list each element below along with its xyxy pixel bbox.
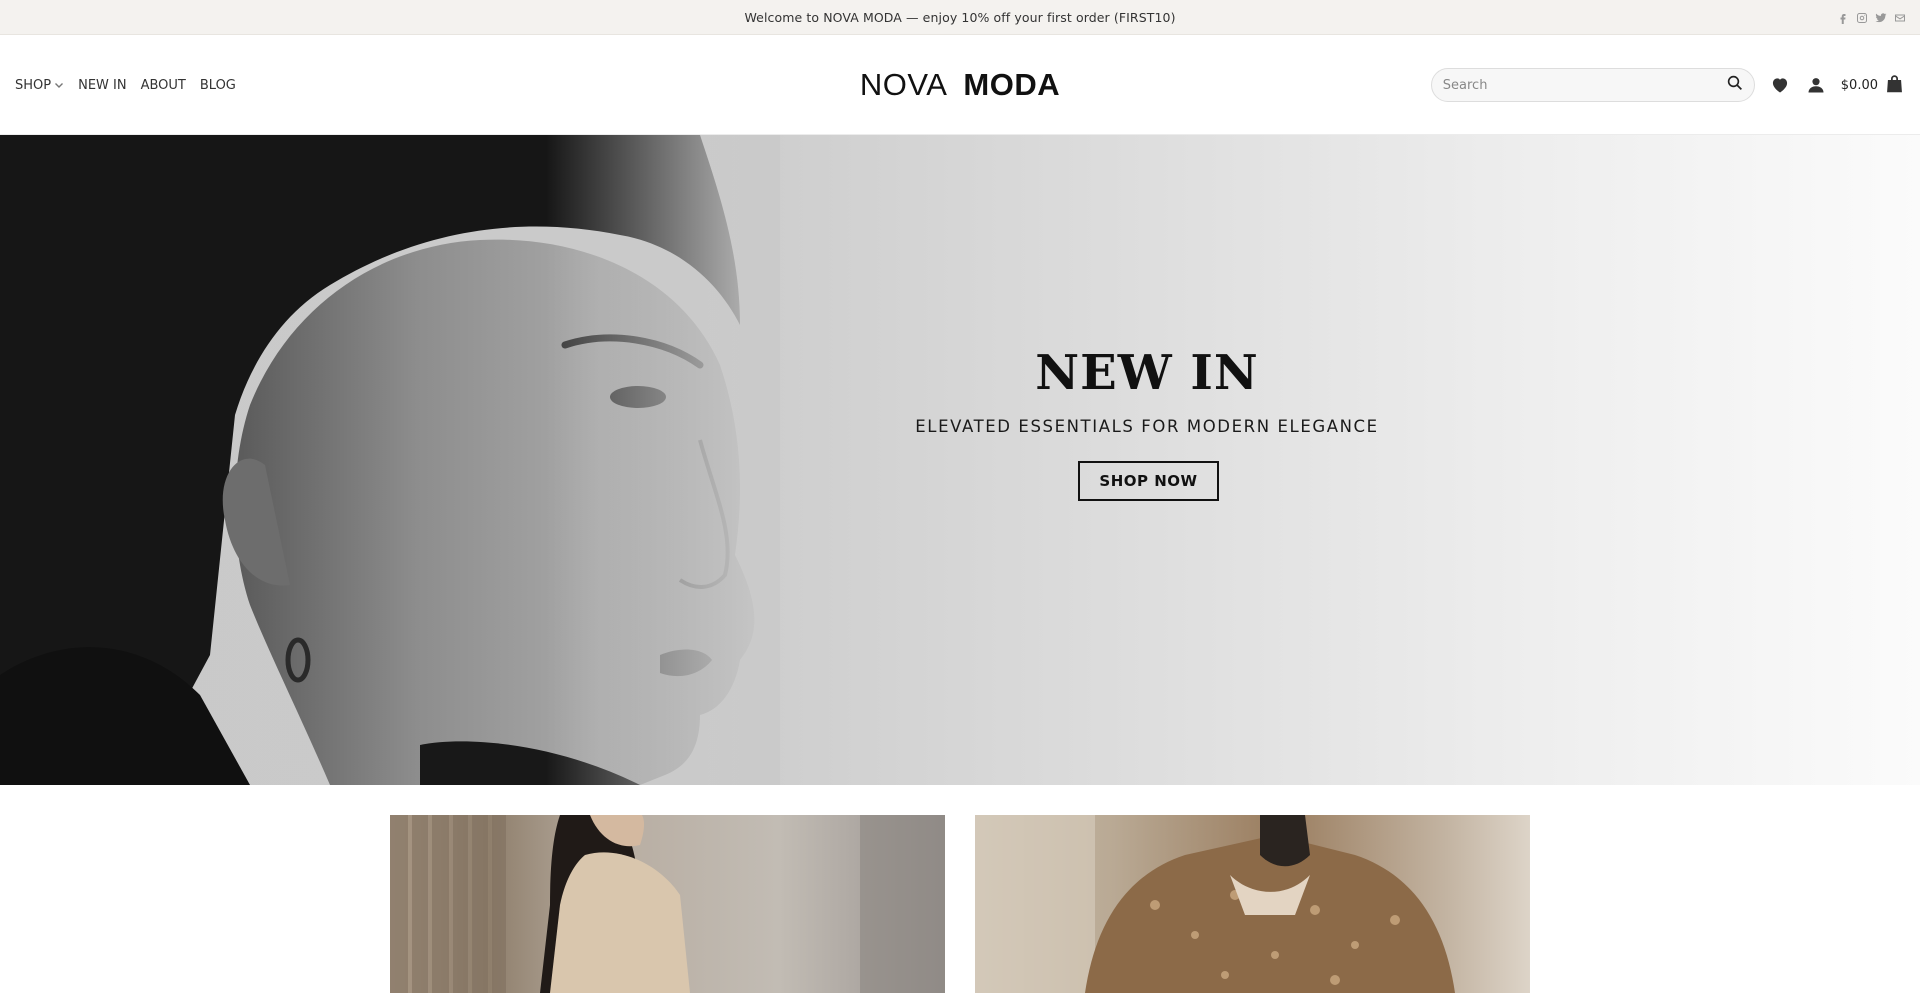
nav-item-label: NEW IN — [78, 77, 127, 93]
hero-subtitle: ELEVATED ESSENTIALS FOR MODERN ELEGANCE — [915, 417, 1379, 436]
chevron-down-icon — [55, 83, 64, 88]
heart-icon[interactable] — [1769, 74, 1791, 96]
user-icon[interactable] — [1805, 74, 1827, 96]
nav-item-shop[interactable]: SHOP — [15, 78, 64, 93]
nav-item-label: SHOP — [15, 77, 52, 93]
category-tile-photo — [975, 815, 1455, 993]
search-box — [1430, 68, 1755, 102]
social-links — [1837, 0, 1906, 35]
category-tile-right[interactable] — [975, 815, 1530, 993]
announcement-bar: Welcome to NOVA MODA — enjoy 10% off you… — [0, 0, 1920, 35]
facebook-icon[interactable] — [1837, 12, 1849, 24]
hero-model-photo — [0, 135, 780, 785]
nav-item-label: ABOUT — [140, 77, 186, 93]
site-header: SHOP NEW IN ABOUT BLOG NOVA MODA Search … — [0, 35, 1920, 135]
search-input[interactable] — [1442, 77, 1726, 93]
logo-text-bold: MODA — [963, 67, 1061, 102]
hero-title: NEW IN — [1035, 345, 1259, 401]
shopping-bag-icon — [1884, 73, 1905, 98]
mail-icon[interactable] — [1894, 12, 1906, 24]
nav-item-label: BLOG — [199, 77, 236, 93]
nav-item-blog[interactable]: BLOG — [200, 78, 236, 93]
shop-now-button[interactable]: SHOP NOW — [1078, 461, 1219, 501]
site-logo[interactable]: NOVA MODA — [860, 67, 1060, 103]
hero-banner: NEW IN ELEVATED ESSENTIALS FOR MODERN EL… — [0, 135, 1920, 785]
announcement-text: Welcome to NOVA MODA — enjoy 10% off you… — [744, 9, 1176, 25]
cart-button[interactable]: $0.00 — [1841, 73, 1905, 98]
header-tools: $0.00 — [1430, 35, 1905, 135]
nav-item-about[interactable]: ABOUT — [141, 78, 186, 93]
instagram-icon[interactable] — [1856, 12, 1868, 24]
twitter-icon[interactable] — [1875, 12, 1887, 24]
search-icon[interactable] — [1726, 74, 1744, 96]
category-tile-left[interactable] — [390, 815, 945, 993]
logo-text-light: NOVA — [859, 67, 948, 102]
cart-total: $0.00 — [1840, 77, 1878, 93]
category-tile-photo — [390, 815, 945, 993]
nav-item-new-in[interactable]: NEW IN — [78, 78, 126, 93]
main-nav: SHOP NEW IN ABOUT BLOG — [15, 35, 236, 135]
hero-content: NEW IN ELEVATED ESSENTIALS FOR MODERN EL… — [900, 135, 1394, 785]
